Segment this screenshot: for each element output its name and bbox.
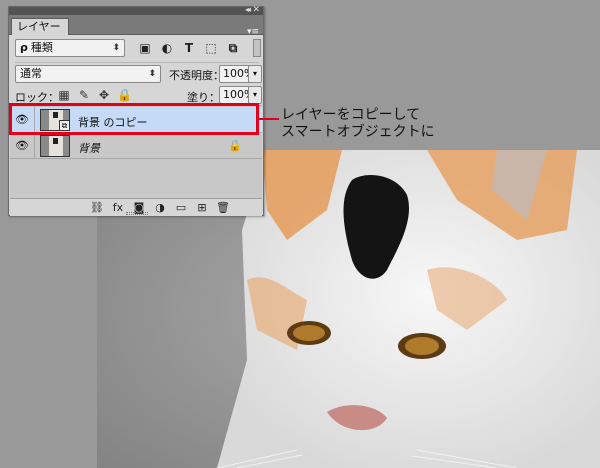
- filter-toggle-switch[interactable]: [253, 39, 261, 57]
- opacity-input[interactable]: 100%: [219, 65, 254, 83]
- layer-row-background[interactable]: 👁 背景 🔒: [10, 133, 262, 159]
- smart-object-filter-icon[interactable]: ⧉: [225, 40, 241, 56]
- pixel-layer-filter-icon[interactable]: ▣: [137, 40, 153, 56]
- callout-text: レイヤーをコピーして スマートオブジェクトに: [281, 107, 435, 141]
- filter-icons-group: ▣ ◐ T ⬚ ⧉: [137, 40, 247, 56]
- updown-arrows-icon: ⬍: [112, 43, 120, 53]
- filter-kind-value: 種類: [30, 41, 53, 54]
- layer-lock-icon: 🔒: [228, 139, 242, 152]
- lock-transparent-pixels-icon[interactable]: ▦: [57, 88, 71, 102]
- close-panel-icon[interactable]: ✕: [252, 5, 260, 15]
- adjustment-layer-icon[interactable]: ◑: [153, 201, 167, 215]
- opacity-dropdown-icon[interactable]: ▾: [248, 65, 262, 83]
- visibility-eye-icon[interactable]: 👁: [15, 139, 29, 153]
- resize-grip[interactable]: [126, 212, 148, 215]
- fill-input[interactable]: 100%: [219, 86, 254, 104]
- filter-row: ρ 種類 ⬍ ▣ ◐ T ⬚ ⧉: [9, 39, 263, 59]
- callout-connector-line: [259, 118, 279, 120]
- updown-arrows-icon: ⬍: [148, 69, 156, 79]
- panel-footer: ⛓ fx ◙ ◑ ▭ ⊞ 🗑: [10, 198, 262, 216]
- highlight-frame: [9, 103, 259, 135]
- panel-title-bar[interactable]: ◂◂ ✕: [9, 5, 263, 15]
- lock-icons-group: ▦ ✎ ✥ 🔒: [57, 88, 137, 102]
- adjustment-layer-filter-icon[interactable]: ◐: [159, 40, 175, 56]
- layer-thumbnail: [40, 135, 70, 157]
- panel-tab-bar: レイヤー ▾≡: [9, 15, 263, 37]
- callout-line-1: レイヤーをコピーして: [281, 107, 421, 123]
- fill-dropdown-icon[interactable]: ▾: [248, 86, 262, 104]
- lock-image-pixels-icon[interactable]: ✎: [77, 88, 91, 102]
- divider: [34, 133, 35, 158]
- search-icon: ρ: [20, 41, 28, 54]
- blend-mode-value: 通常: [20, 67, 42, 80]
- collapse-panel-icon[interactable]: ◂◂: [245, 5, 251, 14]
- opacity-label: 不透明度：: [169, 69, 224, 82]
- blend-row: 通常 ⬍ 不透明度： 100% ▾: [9, 65, 263, 85]
- new-layer-icon[interactable]: ⊞: [195, 201, 209, 215]
- type-layer-filter-icon[interactable]: T: [181, 40, 197, 56]
- thumbnail-image: [41, 136, 69, 156]
- trash-icon[interactable]: 🗑: [216, 201, 230, 215]
- new-group-folder-icon[interactable]: ▭: [174, 201, 188, 215]
- lock-position-icon[interactable]: ✥: [97, 88, 111, 102]
- tab-layers[interactable]: レイヤー: [11, 18, 69, 35]
- filter-kind-select[interactable]: ρ 種類 ⬍: [15, 39, 125, 57]
- layer-name[interactable]: 背景: [78, 140, 100, 156]
- link-layers-icon[interactable]: ⛓: [90, 201, 104, 215]
- panel-menu-icon[interactable]: ▾≡: [247, 27, 259, 37]
- divider: [15, 62, 259, 63]
- footer-icons-group: ⛓ fx ◙ ◑ ▭ ⊞ 🗑: [90, 201, 237, 215]
- blend-mode-select[interactable]: 通常 ⬍: [15, 65, 161, 83]
- callout-line-2: スマートオブジェクトに: [281, 124, 435, 140]
- lock-all-icon[interactable]: 🔒: [117, 88, 132, 102]
- layer-style-fx-icon[interactable]: fx: [111, 201, 125, 215]
- shape-layer-filter-icon[interactable]: ⬚: [203, 40, 219, 56]
